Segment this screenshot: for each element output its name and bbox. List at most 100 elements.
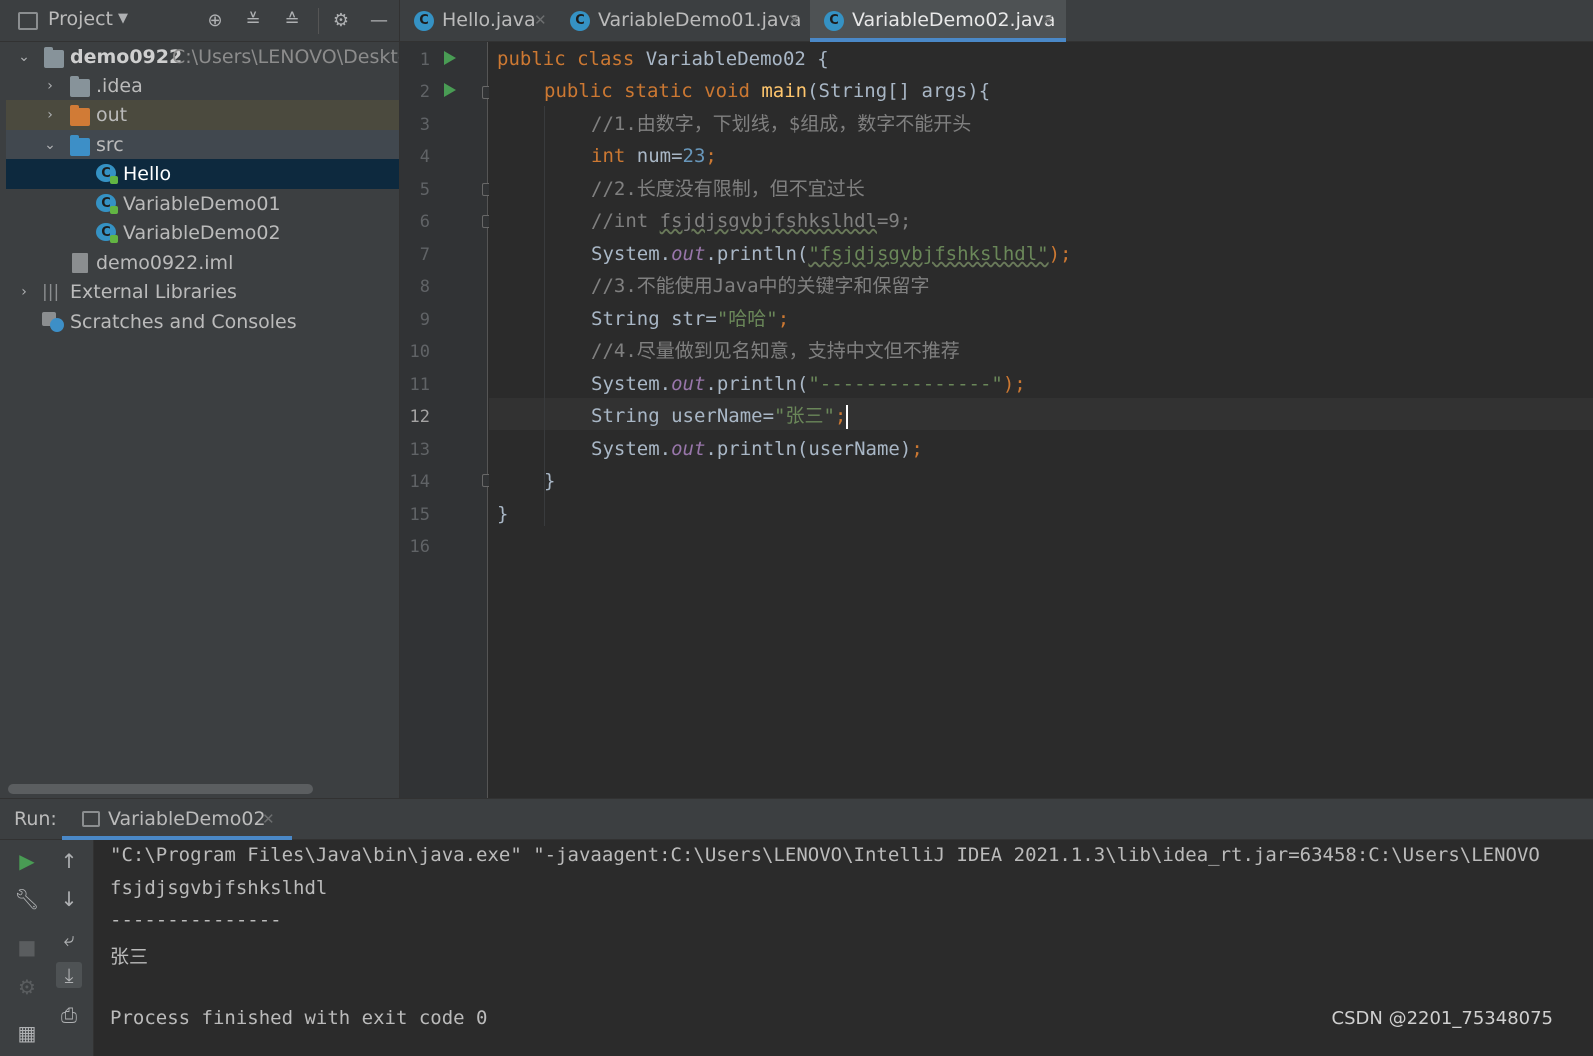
tab-hello-java[interactable]: C Hello.java ✕: [400, 0, 556, 42]
arrow-down-icon[interactable]: ↓: [56, 886, 82, 912]
tab-variabledemo01-java[interactable]: C VariableDemo01.java ✕: [556, 0, 810, 42]
code-line-14: }: [544, 470, 556, 492]
tab-variabledemo02-java[interactable]: C VariableDemo02.java ✕: [810, 0, 1066, 42]
code-line-8: //3.不能使用Java中的关键字和保留字: [591, 275, 930, 297]
scroll-to-end-icon[interactable]: ⤓: [56, 962, 82, 988]
project-panel: Project ▼ ⊕ ≚ ≙ ⚙ — ⌄ demo0922 C:\Users\…: [0, 0, 400, 798]
close-icon[interactable]: ✕: [1042, 11, 1055, 29]
tree-item-scratches[interactable]: Scratches and Consoles: [6, 307, 399, 337]
code-line-7: System.out.println("fsjdjsgvbjfshkslhdl"…: [591, 243, 1072, 265]
tree-item-label: demo0922: [70, 46, 183, 68]
folder-icon: [70, 76, 90, 97]
console-line: fsjdjsgvbjfshkslhdl: [110, 877, 328, 899]
tree-item-out[interactable]: › out: [6, 100, 399, 130]
indent-guide: [544, 106, 545, 526]
gear-icon[interactable]: ⚙: [330, 10, 352, 32]
chevron-right-icon[interactable]: ›: [42, 107, 58, 123]
line-number: 9: [419, 310, 430, 330]
locate-file-icon[interactable]: ⊕: [204, 10, 226, 32]
java-class-icon: C: [824, 11, 844, 31]
horizontal-scrollbar[interactable]: [8, 784, 313, 794]
tree-item-label: .idea: [96, 75, 143, 97]
close-icon[interactable]: ✕: [262, 810, 275, 828]
chevron-right-icon[interactable]: ›: [16, 284, 32, 300]
line-number: 1: [419, 50, 430, 70]
java-class-icon: C: [96, 194, 118, 214]
code-line-4: int num=23;: [591, 145, 717, 167]
tree-item-label: VariableDemo01: [123, 193, 281, 215]
run-tab-variabledemo02[interactable]: VariableDemo02 ✕: [62, 799, 292, 840]
code-line-3: //1.由数字，下划线，$组成，数字不能开头: [591, 113, 972, 135]
print-icon[interactable]: ⎙: [56, 1002, 82, 1028]
code-line-1: public class VariableDemo02 {: [497, 48, 829, 70]
layout-icon[interactable]: ▦: [14, 1020, 40, 1046]
tree-item-src[interactable]: ⌄ src: [6, 130, 399, 160]
console-line: Process finished with exit code 0: [110, 1007, 488, 1029]
console-icon: [82, 811, 100, 827]
line-number: 2: [419, 82, 430, 102]
tree-item-iml[interactable]: demo0922.iml: [6, 248, 399, 278]
run-toolbar: ▶ ↑ 🔧︎ ↓ ■ ⤶ ⤓ ⚙ ⎙ ▦: [0, 840, 94, 1056]
tree-item-variabledemo01[interactable]: C VariableDemo01: [6, 189, 399, 219]
soft-wrap-icon[interactable]: ⤶: [56, 926, 82, 952]
libraries-icon: |||: [42, 282, 60, 302]
project-view-selector[interactable]: Project: [48, 8, 113, 30]
code-line-9: String str="哈哈";: [591, 308, 790, 330]
tree-item-external-libraries[interactable]: › ||| External Libraries: [6, 277, 399, 307]
tree-item-label: External Libraries: [70, 281, 237, 303]
java-class-icon: C: [414, 11, 434, 31]
console-line: ---------------: [110, 909, 282, 931]
java-class-icon: C: [570, 11, 590, 31]
chevron-down-icon[interactable]: ⌄: [42, 137, 58, 153]
stop-icon[interactable]: ■: [14, 934, 40, 960]
code-line-10: //4.尽量做到见名知意，支持中文但不推荐: [591, 340, 960, 362]
expand-all-icon[interactable]: ≚: [242, 10, 264, 32]
project-panel-header: Project ▼ ⊕ ≚ ≙ ⚙ —: [0, 0, 400, 42]
source-folder-icon: [70, 135, 90, 156]
code-line-15: }: [497, 503, 509, 525]
line-number: 4: [419, 147, 430, 167]
debug-settings-icon[interactable]: ⚙: [14, 974, 40, 1000]
console-line: 张三: [110, 946, 149, 968]
run-main-icon[interactable]: [444, 83, 456, 97]
module-path: C:\Users\LENOVO\Desktop: [172, 46, 399, 68]
arrow-up-icon[interactable]: ↑: [56, 848, 82, 874]
run-class-icon[interactable]: [444, 51, 456, 65]
excluded-folder-icon: [70, 105, 90, 126]
code-line-6: //int fsjdjsgvbjfshkslhdl=9;: [591, 210, 912, 232]
chevron-down-icon[interactable]: ▼: [118, 11, 134, 27]
chevron-down-icon[interactable]: ⌄: [16, 49, 32, 65]
code-editor[interactable]: public class VariableDemo02 { public sta…: [489, 42, 1593, 798]
watermark-text: CSDN @2201_75348075: [1331, 1008, 1553, 1029]
tree-item-module[interactable]: ⌄ demo0922 C:\Users\LENOVO\Desktop: [6, 42, 399, 72]
close-icon[interactable]: ✕: [534, 11, 547, 29]
tab-label: VariableDemo01.java: [598, 9, 802, 31]
line-number: 8: [419, 277, 430, 297]
line-number: 3: [419, 115, 430, 135]
editor-gutter[interactable]: 1 2 3 4 5 6 7 8 9 10 11 12 13 14 15 16: [400, 42, 495, 798]
tree-item-label: Hello: [123, 163, 172, 185]
line-number: 6: [419, 212, 430, 232]
java-class-icon: C: [96, 164, 118, 184]
close-icon[interactable]: ✕: [788, 11, 801, 29]
code-line-11: System.out.println("---------------");: [591, 373, 1026, 395]
text-caret: [846, 404, 849, 429]
wrench-icon[interactable]: 🔧︎: [14, 886, 40, 912]
chevron-right-icon[interactable]: ›: [42, 78, 58, 94]
tree-item-label: demo0922.iml: [96, 252, 234, 274]
tab-label: Hello.java: [442, 9, 536, 31]
code-line-2: public static void main(String[] args){: [544, 80, 991, 102]
editor-tabs: C Hello.java ✕ C VariableDemo01.java ✕ C…: [400, 0, 1593, 42]
module-file-icon: [72, 253, 88, 273]
tree-item-idea[interactable]: › .idea: [6, 71, 399, 101]
tree-item-hello[interactable]: C Hello: [6, 159, 399, 189]
hide-panel-icon[interactable]: —: [368, 10, 390, 32]
code-line-12: String userName="张三";: [591, 404, 849, 429]
code-line-13: System.out.println(userName);: [591, 438, 923, 460]
tree-item-label: src: [96, 134, 124, 156]
rerun-icon[interactable]: ▶: [14, 848, 40, 874]
run-panel-header: Run: VariableDemo02 ✕: [0, 798, 1593, 840]
collapse-all-icon[interactable]: ≙: [281, 10, 303, 32]
tree-item-variabledemo02[interactable]: C VariableDemo02: [6, 218, 399, 248]
module-folder-icon: [44, 47, 64, 68]
